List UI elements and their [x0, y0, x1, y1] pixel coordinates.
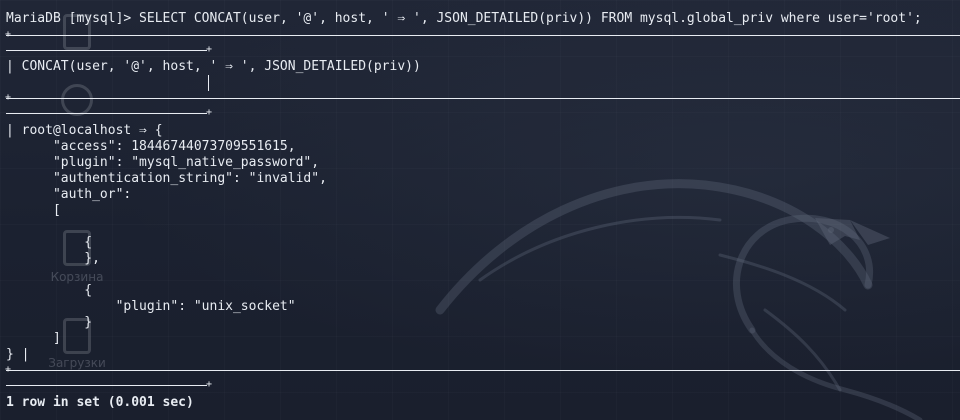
result-line-text: "authentication_string": "invalid", [21, 171, 327, 186]
kali-dragon-icon [435, 179, 923, 420]
result-line [6, 267, 22, 283]
result-line: "plugin": "unix_socket" [6, 299, 296, 315]
table-border-body-top [6, 113, 207, 114]
result-line: "plugin": "mysql_native_password", [6, 155, 319, 171]
result-line-text: }, [21, 251, 100, 266]
result-line: } | [6, 347, 30, 362]
table-border-header-top [6, 50, 207, 51]
result-line: [ [6, 203, 61, 219]
result-line-text: "auth_or": [21, 187, 132, 202]
result-line-text: { [21, 235, 93, 250]
result-line: { [6, 235, 92, 251]
query-line: MariaDB [mysql]> SELECT CONCAT(user, '@'… [6, 11, 922, 27]
row-count-footer: 1 row in set (0.001 sec) [6, 395, 194, 410]
desktop-icon-trash-label: Корзина [50, 270, 104, 284]
desktop-icon-disk[interactable] [42, 84, 112, 120]
result-line: } [6, 315, 92, 331]
result-line-text: } [21, 315, 93, 330]
result-line-text: ] [21, 331, 61, 346]
result-line: "access": 18446744073709551615, [6, 139, 296, 155]
result-line: | root@localhost ⇒ { [6, 123, 163, 138]
result-line-text: "plugin": "mysql_native_password", [21, 155, 320, 170]
table-border-bottom [6, 385, 207, 386]
column-header-line: | CONCAT(user, '@', host, ' ⇒ ', JSON_DE… [6, 59, 421, 74]
result-line [6, 219, 22, 235]
table-border-header-bottom [6, 98, 960, 99]
border-corner: + [4, 92, 12, 103]
border-corner: + [205, 107, 213, 118]
result-line-text: { [21, 283, 93, 298]
table-border-body-bottom [6, 370, 960, 371]
result-line-text: "plugin": "unix_socket" [21, 299, 296, 314]
result-line: "authentication_string": "invalid", [6, 171, 327, 187]
result-line-text: "access": 18446744073709551615, [21, 139, 296, 154]
result-line-text: } [6, 347, 14, 362]
border-corner: + [4, 364, 12, 375]
disk-icon [61, 84, 93, 116]
table-border-top [6, 35, 960, 36]
mariadb-prompt: MariaDB [mysql]> [6, 11, 132, 26]
border-corner: + [4, 29, 12, 40]
result-line: "auth_or": [6, 187, 131, 203]
result-line-text: root@localhost ⇒ { [21, 123, 163, 138]
sql-query: SELECT CONCAT(user, '@', host, ' ⇒ ', JS… [131, 11, 922, 26]
result-line: ] [6, 331, 61, 347]
result-line: { [6, 283, 92, 299]
column-header: CONCAT(user, '@', host, ' ⇒ ', JSON_DETA… [21, 59, 421, 74]
desktop-icon-downloads-label: Загрузки [48, 356, 106, 370]
border-corner: + [205, 44, 213, 55]
column-separator [208, 75, 209, 91]
border-corner: + [205, 379, 213, 390]
desktop-icon-downloads[interactable]: Загрузки [42, 356, 112, 370]
result-line-text: [ [21, 203, 61, 218]
result-line: }, [6, 251, 100, 267]
